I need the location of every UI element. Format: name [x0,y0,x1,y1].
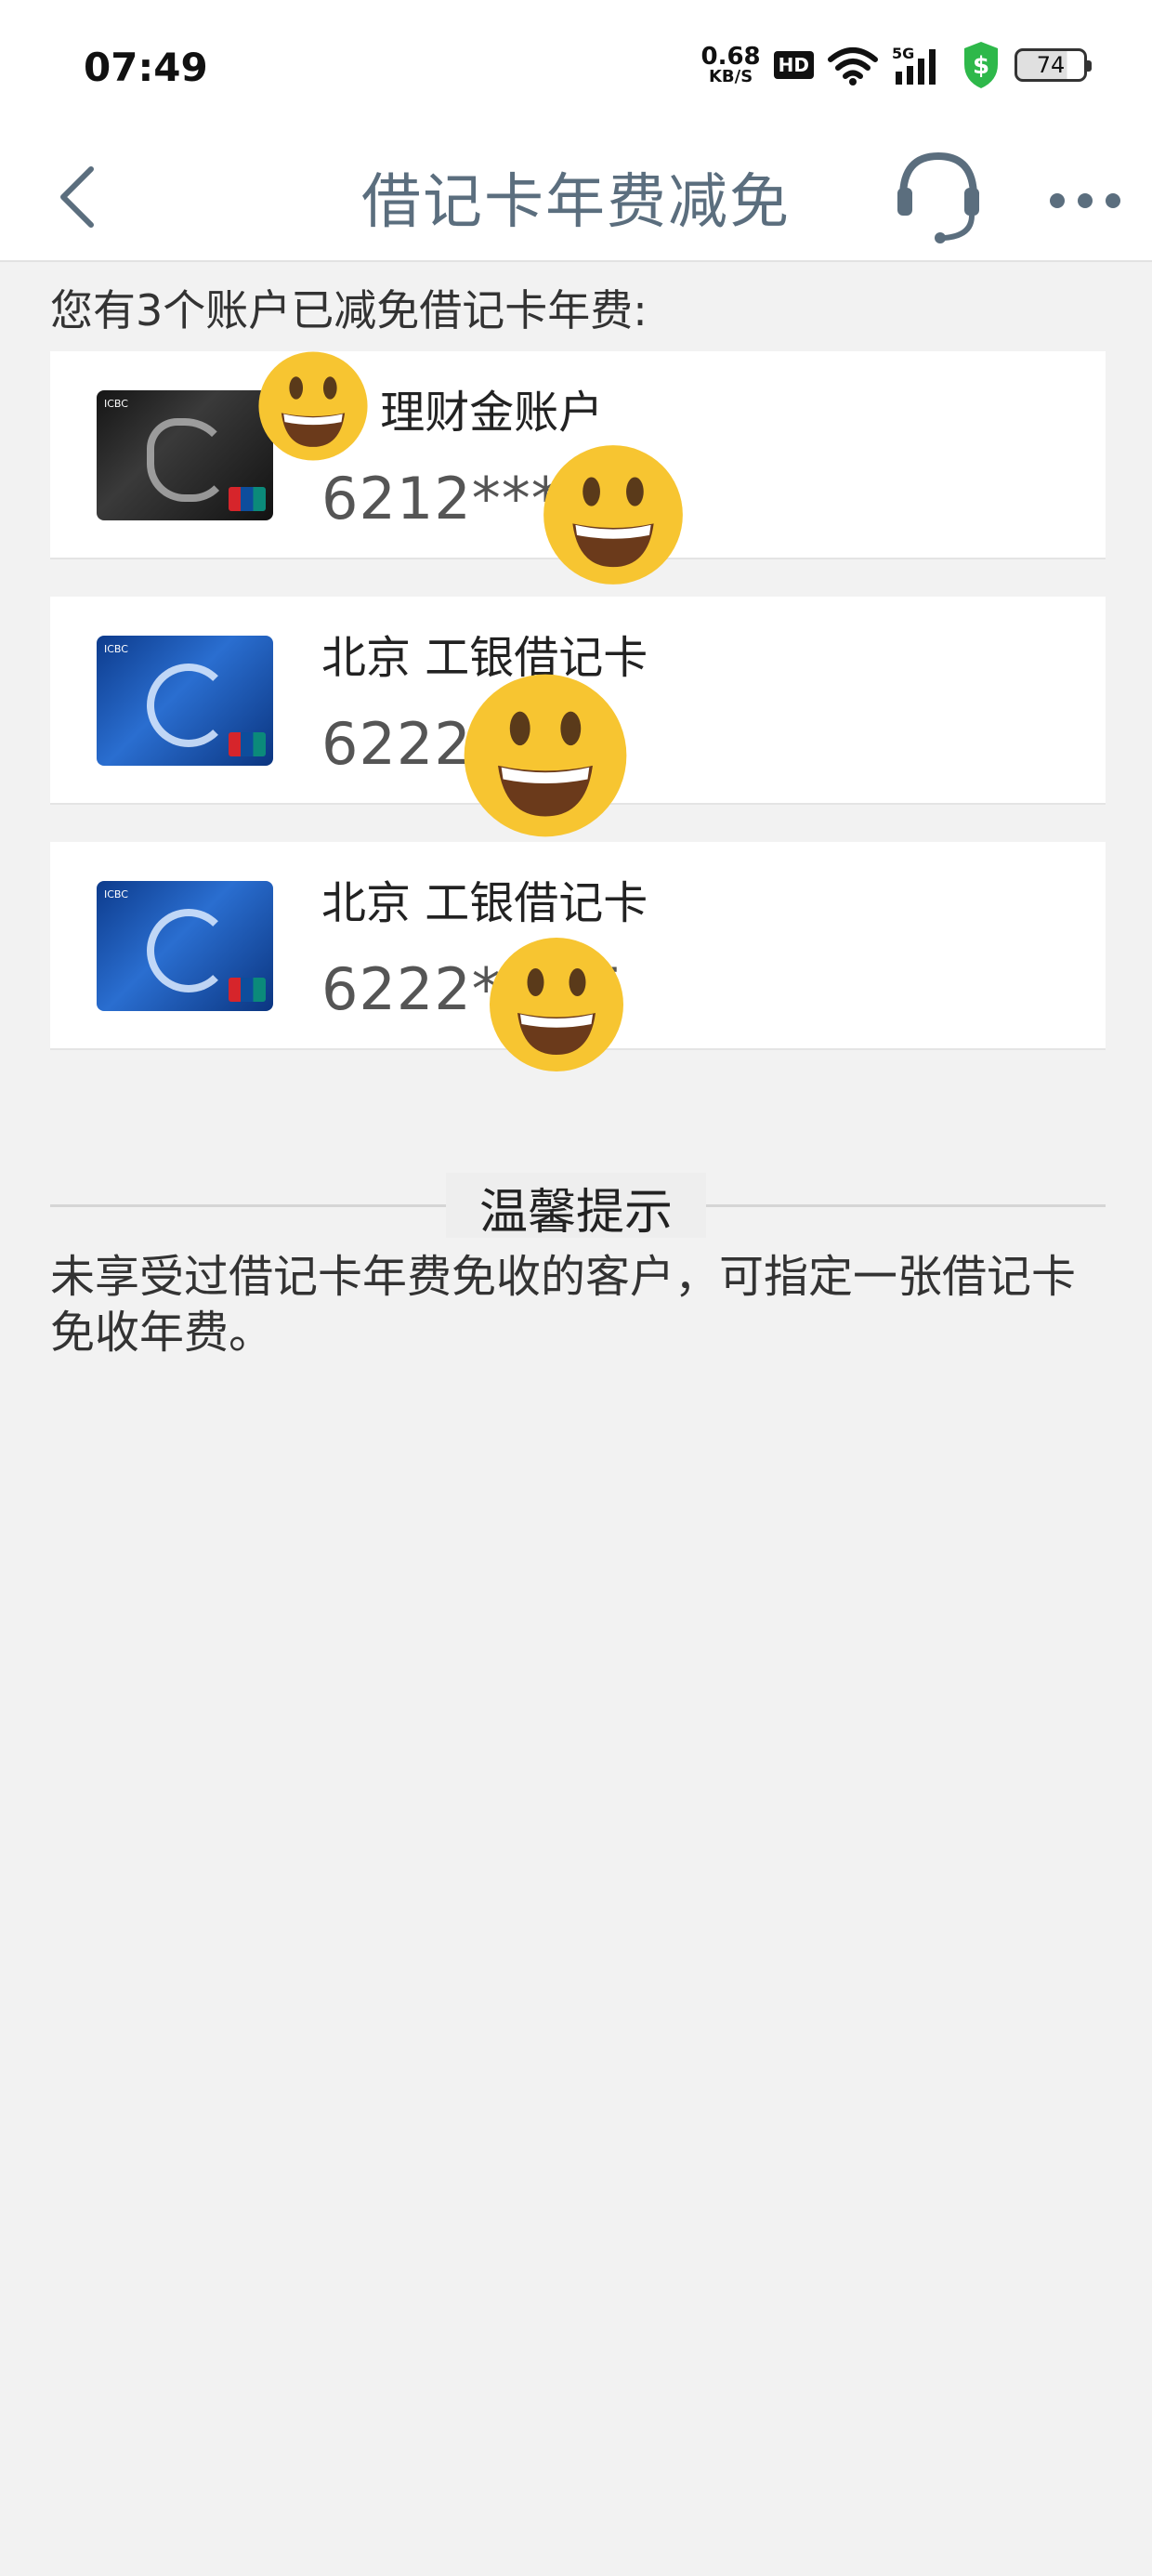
smiley-emoji-icon [258,351,368,461]
status-bar: 07:49 0.68 KB/S HD 5G $ 74 [0,0,1152,130]
svg-text:5G: 5G [892,45,914,62]
status-time: 07:49 [84,45,208,90]
smiley-emoji-icon [464,674,627,837]
more-options-icon[interactable] [1041,167,1133,232]
svg-text:$: $ [973,52,989,80]
unionpay-logo-icon [229,487,266,511]
card-name: 北京 工银借记卡 [321,632,648,684]
security-shield-icon: $ [964,42,998,88]
signal-5g-icon: 5G [892,45,936,85]
unionpay-logo-icon [229,732,266,756]
battery-indicator: 74 [1015,48,1092,82]
unionpay-logo-icon [229,978,266,1002]
card-image: ICBC [97,636,273,766]
card-image: ICBC [97,390,273,520]
account-summary: 您有3个账户已减免借记卡年费: [50,285,648,335]
tips-title: 温馨提示 [446,1173,706,1241]
network-speed: 0.68 KB/S [700,43,761,86]
divider [50,1204,446,1207]
tips-body: 未享受过借记卡年费免收的客户，可指定一张借记卡免收年费。 [50,1251,1077,1359]
customer-service-icon[interactable] [892,139,985,251]
card-image: ICBC [97,881,273,1011]
tips-header: 温馨提示 [50,1173,1106,1241]
smiley-emoji-icon [543,445,683,585]
status-icons: 0.68 KB/S HD 5G $ 74 [700,39,1092,91]
divider [706,1204,1106,1207]
wifi-icon [828,47,878,85]
navigation-bar: 借记卡年费减免 [0,130,1152,262]
card-name: 北京 工银借记卡 [321,877,648,929]
smiley-emoji-icon [490,938,623,1071]
hd-icon: HD [773,51,814,79]
